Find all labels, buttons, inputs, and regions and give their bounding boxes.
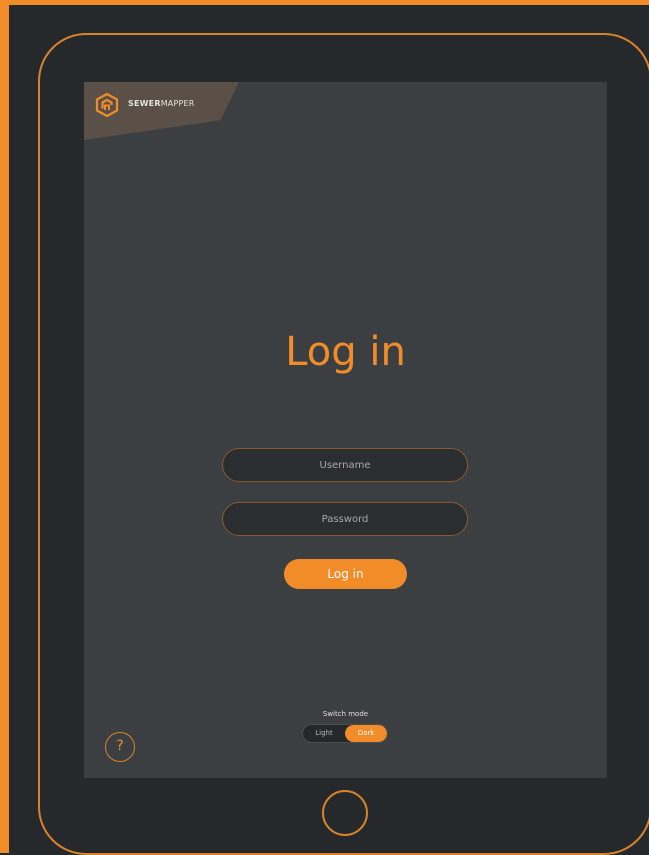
username-input[interactable]: [222, 448, 468, 482]
brand-name-bold: SEWER: [128, 99, 161, 108]
brand-name-light: MAPPER: [160, 99, 195, 108]
login-button[interactable]: Log in: [284, 559, 407, 589]
switch-mode-label: Switch mode: [322, 710, 369, 718]
page-title: Log in: [285, 329, 406, 375]
page-frame: SEWERMAPPER Log in Log in Switch mode Li…: [0, 0, 649, 855]
password-input[interactable]: [222, 502, 468, 536]
help-icon[interactable]: ?: [105, 732, 135, 762]
mode-option-dark[interactable]: Dark: [345, 725, 387, 742]
mode-toggle[interactable]: Light Dark: [302, 724, 388, 743]
app-screen: SEWERMAPPER Log in Log in Switch mode Li…: [84, 82, 607, 778]
mode-option-light[interactable]: Light: [303, 725, 345, 742]
sewermapper-logo-icon: [95, 92, 119, 118]
home-button-icon[interactable]: [322, 790, 368, 836]
brand-name: SEWERMAPPER: [128, 99, 195, 108]
